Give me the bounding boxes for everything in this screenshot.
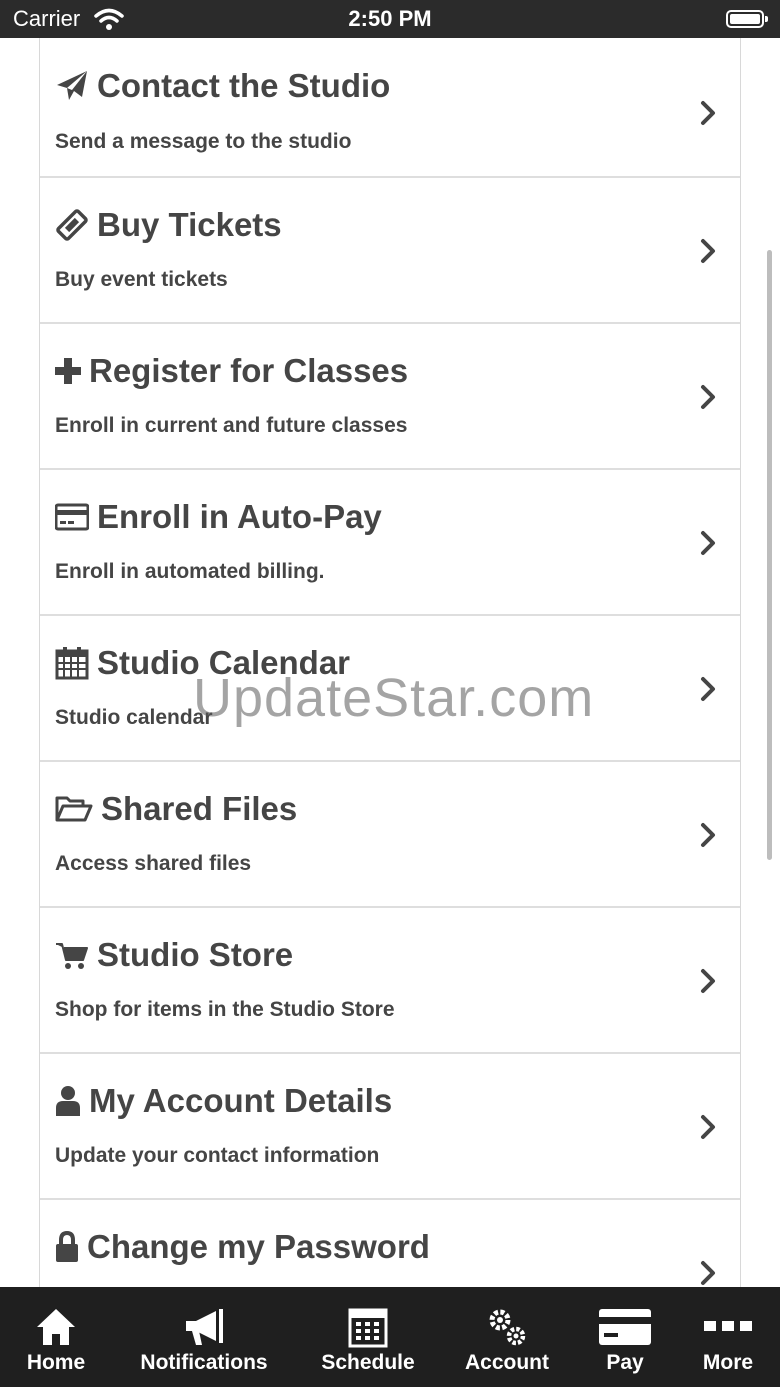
tab-pay[interactable]: Pay	[595, 1287, 655, 1387]
menu-item-studio-store[interactable]: Studio Store Shop for items in the Studi…	[40, 908, 740, 1054]
menu-item-subtitle: Access shared files	[55, 852, 252, 875]
paper-plane-icon	[55, 69, 89, 103]
menu-item-change-password[interactable]: Change my Password	[40, 1200, 740, 1287]
battery-icon	[726, 10, 768, 28]
chevron-right-icon	[701, 1115, 715, 1139]
chevron-right-icon	[701, 1261, 715, 1285]
menu-item-shared-files[interactable]: Shared Files Access shared files	[40, 762, 740, 908]
megaphone-icon	[182, 1305, 226, 1349]
shopping-cart-icon	[55, 938, 89, 972]
tab-more[interactable]: More	[698, 1287, 758, 1387]
menu-item-title: Shared Files	[101, 790, 298, 827]
calendar-icon	[55, 646, 89, 680]
chevron-right-icon	[701, 677, 715, 701]
chevron-right-icon	[701, 823, 715, 847]
menu-item-contact-studio[interactable]: Contact the Studio Send a message to the…	[40, 38, 740, 178]
chevron-right-icon	[701, 531, 715, 555]
menu-item-title: Contact the Studio	[97, 67, 391, 104]
tab-notifications[interactable]: Notifications	[134, 1287, 274, 1387]
menu-item-title: Studio Calendar	[97, 644, 351, 681]
menu-item-account-details[interactable]: My Account Details Update your contact i…	[40, 1054, 740, 1200]
chevron-right-icon	[701, 385, 715, 409]
calendar-grid-icon	[346, 1305, 390, 1349]
chevron-right-icon	[701, 239, 715, 263]
menu-item-subtitle: Send a message to the studio	[55, 130, 352, 153]
menu-item-title: Buy Tickets	[97, 206, 282, 243]
status-time: 2:50 PM	[348, 6, 432, 31]
menu-item-studio-calendar[interactable]: Studio Calendar Studio calendar	[40, 616, 740, 762]
menu-item-title: Studio Store	[97, 936, 294, 973]
tab-label: More	[702, 1351, 754, 1374]
menu-item-subtitle: Studio calendar	[55, 706, 213, 729]
home-icon	[34, 1305, 78, 1349]
menu-item-subtitle: Shop for items in the Studio Store	[55, 998, 395, 1021]
menu-item-subtitle: Buy event tickets	[55, 268, 228, 291]
plus-icon	[55, 354, 81, 388]
credit-card-icon	[55, 500, 89, 534]
tab-bar: Home Notifications Schedule Account Pay	[0, 1287, 780, 1387]
menu-item-subtitle: Update your contact information	[55, 1144, 380, 1167]
status-bar: Carrier 2:50 PM	[0, 0, 780, 38]
tab-schedule[interactable]: Schedule	[316, 1287, 420, 1387]
tab-home[interactable]: Home	[20, 1287, 92, 1387]
menu-list: Contact the Studio Send a message to the…	[39, 38, 741, 1287]
folder-open-icon	[55, 792, 93, 826]
menu-item-title: Change my Password	[87, 1228, 430, 1265]
credit-card-icon	[598, 1305, 652, 1349]
menu-item-title: Enroll in Auto-Pay	[97, 498, 382, 535]
menu-item-buy-tickets[interactable]: Buy Tickets Buy event tickets	[40, 178, 740, 324]
lock-icon	[55, 1230, 79, 1264]
more-dots-icon	[702, 1305, 754, 1349]
tab-label: Pay	[606, 1351, 644, 1374]
tab-label: Notifications	[140, 1351, 268, 1374]
menu-item-title: Register for Classes	[89, 352, 409, 389]
ticket-icon	[55, 208, 89, 242]
gears-icon	[485, 1305, 529, 1349]
tab-label: Home	[26, 1351, 86, 1374]
scroll-indicator[interactable]	[767, 250, 772, 860]
chevron-right-icon	[701, 969, 715, 993]
menu-item-register-classes[interactable]: Register for Classes Enroll in current a…	[40, 324, 740, 470]
chevron-right-icon	[701, 101, 715, 125]
tab-label: Schedule	[321, 1351, 415, 1374]
menu-item-subtitle: Enroll in current and future classes	[55, 414, 408, 437]
menu-item-subtitle: Enroll in automated billing.	[55, 560, 325, 583]
menu-item-title: My Account Details	[89, 1082, 393, 1119]
tab-account[interactable]: Account	[460, 1287, 554, 1387]
user-icon	[55, 1084, 81, 1118]
tab-label: Account	[465, 1351, 549, 1374]
menu-item-auto-pay[interactable]: Enroll in Auto-Pay Enroll in automated b…	[40, 470, 740, 616]
